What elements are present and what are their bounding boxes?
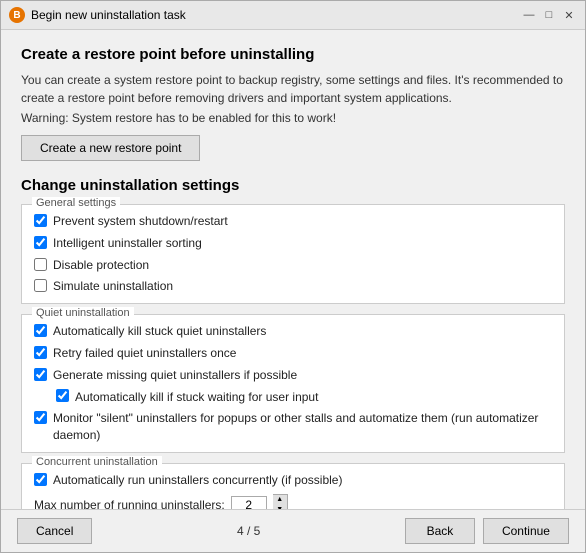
minimize-button[interactable]: — xyxy=(521,7,537,23)
retry-failed-label: Retry failed quiet uninstallers once xyxy=(53,345,236,362)
title-bar: B Begin new uninstallation task — □ ✕ xyxy=(1,1,585,30)
concurrent-group-label: Concurrent uninstallation xyxy=(32,456,162,468)
chk3-row: Disable protection xyxy=(34,257,552,274)
chk9-row: Automatically run uninstallers concurren… xyxy=(34,472,552,489)
spin-down-button[interactable]: ▼ xyxy=(273,505,287,509)
generate-missing-label: Generate missing quiet uninstallers if p… xyxy=(53,367,297,384)
chk2-row: Intelligent uninstaller sorting xyxy=(34,235,552,252)
restore-warning: Warning: System restore has to be enable… xyxy=(21,111,565,125)
content-area: Create a restore point before uninstalli… xyxy=(1,30,585,509)
chk7a-row: Automatically kill if stuck waiting for … xyxy=(56,389,552,406)
footer: Cancel 4 / 5 Back Continue xyxy=(1,509,585,552)
back-button[interactable]: Back xyxy=(405,518,475,544)
max-running-input[interactable]: 2 xyxy=(231,496,267,509)
create-restore-button[interactable]: Create a new restore point xyxy=(21,135,200,161)
footer-left: Cancel xyxy=(17,518,92,544)
restore-description: You can create a system restore point to… xyxy=(21,71,565,107)
cancel-button[interactable]: Cancel xyxy=(17,518,92,544)
title-bar-left: B Begin new uninstallation task xyxy=(9,7,186,23)
spin-up-button[interactable]: ▲ xyxy=(273,495,287,505)
chk1-row: Prevent system shutdown/restart xyxy=(34,213,552,230)
page-indicator: 4 / 5 xyxy=(237,524,260,538)
chk6-row: Retry failed quiet uninstallers once xyxy=(34,345,552,362)
general-settings-group: General settings Prevent system shutdown… xyxy=(21,204,565,304)
close-button[interactable]: ✕ xyxy=(561,7,577,23)
concurrent-settings-group: Concurrent uninstallation Automatically … xyxy=(21,463,565,509)
window-controls: — □ ✕ xyxy=(521,7,577,23)
general-group-label: General settings xyxy=(32,197,120,209)
disable-protection-label: Disable protection xyxy=(53,257,149,274)
prevent-shutdown-checkbox[interactable] xyxy=(34,214,47,227)
kill-stuck-user-input-label: Automatically kill if stuck waiting for … xyxy=(75,389,318,406)
max-running-label: Max number of running uninstallers: xyxy=(34,498,225,509)
simulate-uninstall-label: Simulate uninstallation xyxy=(53,278,173,295)
footer-right: Back Continue xyxy=(405,518,569,544)
kill-stuck-label: Automatically kill stuck quiet uninstall… xyxy=(53,323,266,340)
chk8-row: Monitor "silent" uninstallers for popups… xyxy=(34,410,552,444)
max-running-row: Max number of running uninstallers: 2 ▲ … xyxy=(34,494,552,509)
retry-failed-checkbox[interactable] xyxy=(34,346,47,359)
monitor-silent-checkbox[interactable] xyxy=(34,411,47,424)
app-icon: B xyxy=(9,7,25,23)
simulate-uninstall-checkbox[interactable] xyxy=(34,279,47,292)
prevent-shutdown-label: Prevent system shutdown/restart xyxy=(53,213,228,230)
maximize-button[interactable]: □ xyxy=(541,7,557,23)
chk5-row: Automatically kill stuck quiet uninstall… xyxy=(34,323,552,340)
disable-protection-checkbox[interactable] xyxy=(34,258,47,271)
quiet-group-label: Quiet uninstallation xyxy=(32,307,134,319)
continue-button[interactable]: Continue xyxy=(483,518,569,544)
monitor-silent-label: Monitor "silent" uninstallers for popups… xyxy=(53,410,552,444)
run-concurrently-label: Automatically run uninstallers concurren… xyxy=(53,472,342,489)
chk4-row: Simulate uninstallation xyxy=(34,278,552,295)
content-inner: Create a restore point before uninstalli… xyxy=(21,46,565,509)
kill-stuck-user-input-checkbox[interactable] xyxy=(56,389,69,402)
generate-missing-checkbox[interactable] xyxy=(34,368,47,381)
intelligent-sorting-label: Intelligent uninstaller sorting xyxy=(53,235,202,252)
restore-heading: Create a restore point before uninstalli… xyxy=(21,46,565,63)
run-concurrently-checkbox[interactable] xyxy=(34,473,47,486)
spinner-arrows: ▲ ▼ xyxy=(273,494,288,509)
settings-heading: Change uninstallation settings xyxy=(21,177,565,194)
window-title: Begin new uninstallation task xyxy=(31,8,186,22)
chk7-row: Generate missing quiet uninstallers if p… xyxy=(34,367,552,384)
main-window: B Begin new uninstallation task — □ ✕ Cr… xyxy=(0,0,586,553)
intelligent-sorting-checkbox[interactable] xyxy=(34,236,47,249)
quiet-settings-group: Quiet uninstallation Automatically kill … xyxy=(21,314,565,453)
kill-stuck-checkbox[interactable] xyxy=(34,324,47,337)
